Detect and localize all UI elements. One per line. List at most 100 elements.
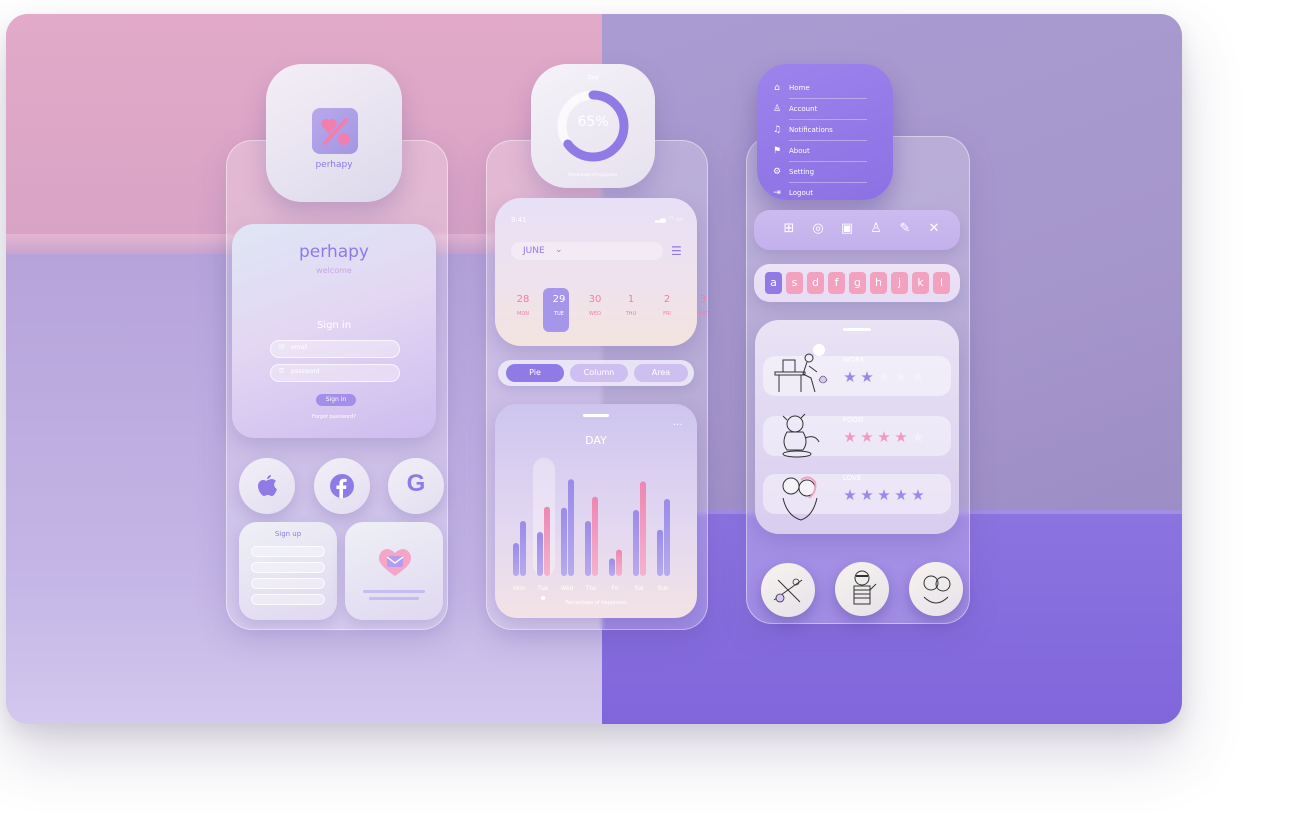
bar-series1-wed [561,507,567,576]
mood-categories-card: WORK ★ ★ ★ ★ ★ FOOD ★ ★ ★ ★ ★ LOVE ★ ★ ★ ★ ★ [755,320,959,534]
signin-title: Sign in [316,320,352,331]
image-icon[interactable]: ▣ [836,218,858,240]
tab-column[interactable]: Column [570,364,628,382]
bar-series2-sat [640,481,646,576]
menu-item-label: Setting [789,168,815,176]
key-g[interactable]: g [849,272,866,294]
star-icon[interactable]: ★ [843,370,857,385]
calendar-day[interactable]: 3 SAT [689,294,717,317]
menu-item-logout[interactable]: ⇥ Logout [773,183,867,203]
password-field[interactable]: ⚿ password [270,364,400,382]
star-icon[interactable]: ★ [894,370,908,385]
signup-field-2[interactable] [251,562,325,573]
day-of-week: TUE [554,311,564,317]
key-j[interactable]: j [891,272,908,294]
add-icon[interactable]: ⊞ [778,218,800,240]
logo-icon [312,108,358,154]
menu-item-account[interactable]: ♙ Account [773,99,867,120]
heart-envelope-icon [379,549,411,576]
status-icons: ▂▄ ◠ ▭ [655,215,683,223]
calendar-day[interactable]: 1 THU [617,294,645,317]
signup-field-1[interactable] [251,546,325,557]
avatar-1[interactable] [761,563,815,617]
calendar-day[interactable]: 28 MON [509,294,537,317]
calendar-day[interactable]: 29 TUE [545,294,573,317]
day-of-week: MON [517,311,529,317]
star-icon[interactable]: ★ [911,430,925,445]
x-tick-label: Mon [513,586,525,592]
chart-type-selector: Pie Column Area [498,360,694,386]
gauge-value: 65% [577,114,609,130]
bar-series2-wed [568,479,574,576]
star-icon[interactable]: ★ [911,488,925,503]
camera-icon[interactable]: ◎ [807,218,829,240]
calendar-day[interactable]: 30 WED [581,294,609,317]
apple-login-button[interactable] [239,458,295,514]
month-selector[interactable]: JUNE ⌄ [511,242,663,260]
star-icon[interactable]: ★ [860,370,874,385]
key-s[interactable]: s [786,272,803,294]
email-placeholder: email [291,344,308,351]
key-k[interactable]: k [912,272,929,294]
day-number: 2 [663,294,671,305]
menu-item-about[interactable]: ⚑ About [773,141,867,162]
tab-area[interactable]: Area [634,364,688,382]
day-number: 1 [627,294,635,305]
email-field[interactable]: ✉ email [270,340,400,358]
avatar-2[interactable] [835,562,889,616]
signin-button[interactable]: Sign in [316,394,356,406]
love-illustration [782,476,818,521]
day-of-week: FRI [663,311,671,317]
forgot-password-link[interactable]: Forgot password? [232,414,436,420]
star-icon[interactable]: ★ [894,488,908,503]
edit-icon[interactable]: ✎ [894,218,916,240]
signup-field-3[interactable] [251,578,325,589]
key-f[interactable]: f [828,272,845,294]
drag-handle[interactable] [843,328,871,331]
google-icon: G [406,470,426,497]
close-icon[interactable]: ✕ [923,218,945,240]
tab-pie[interactable]: Pie [506,364,564,382]
key-l[interactable]: l [933,272,950,294]
avatar-illustration-3 [923,575,951,604]
status-time: 9:41 [511,216,527,224]
menu-item-notifications[interactable]: ♫ Notifications [773,120,867,141]
chart-caption: Percentage of happiness [565,600,627,606]
star-icon[interactable]: ★ [860,430,874,445]
star-icon[interactable]: ★ [860,488,874,503]
bar-series2-thu [592,496,598,576]
star-icon[interactable]: ★ [877,370,891,385]
star-icon[interactable]: ★ [894,430,908,445]
star-icon[interactable]: ★ [843,488,857,503]
login-card: perhapy welcome Sign in ✉ email ⚿ passwo… [232,224,436,438]
lock-icon: ⚿ [279,367,285,375]
menu-item-label: Logout [789,189,813,197]
calendar-day[interactable]: 2 FRI [653,294,681,317]
app-icon[interactable]: perhapy [266,64,402,202]
facebook-login-button[interactable] [314,458,370,514]
star-icon[interactable]: ★ [911,370,925,385]
drag-handle[interactable] [583,414,609,417]
avatar-illustration-2 [853,570,877,605]
month-label: JUNE [523,246,545,256]
menu-item-home[interactable]: ⌂ Home [774,78,867,99]
star-icon[interactable]: ★ [877,488,891,503]
menu-item-setting[interactable]: ⚙ Setting [773,162,867,183]
chevron-down-icon: ⌄ [555,245,563,255]
category-label: WORK [843,356,865,364]
google-login-button[interactable]: G [388,458,444,514]
avatar-3[interactable] [909,562,963,616]
star-icon[interactable]: ★ [843,430,857,445]
menu-item-label: Account [789,105,818,113]
user-icon[interactable]: ♙ [865,218,887,240]
key-d[interactable]: d [807,272,824,294]
star-icon[interactable]: ★ [877,430,891,445]
hamburger-menu-icon[interactable]: ☰ [671,244,682,258]
key-h[interactable]: h [870,272,887,294]
menu-item-label: Notifications [789,126,833,134]
more-options-icon[interactable]: ··· [673,420,683,431]
signup-field-4[interactable] [251,594,325,605]
key-a[interactable]: a [765,272,782,294]
action-toolbar: ⊞ ◎ ▣ ♙ ✎ ✕ [754,210,960,250]
logout-icon: ⇥ [773,188,781,198]
